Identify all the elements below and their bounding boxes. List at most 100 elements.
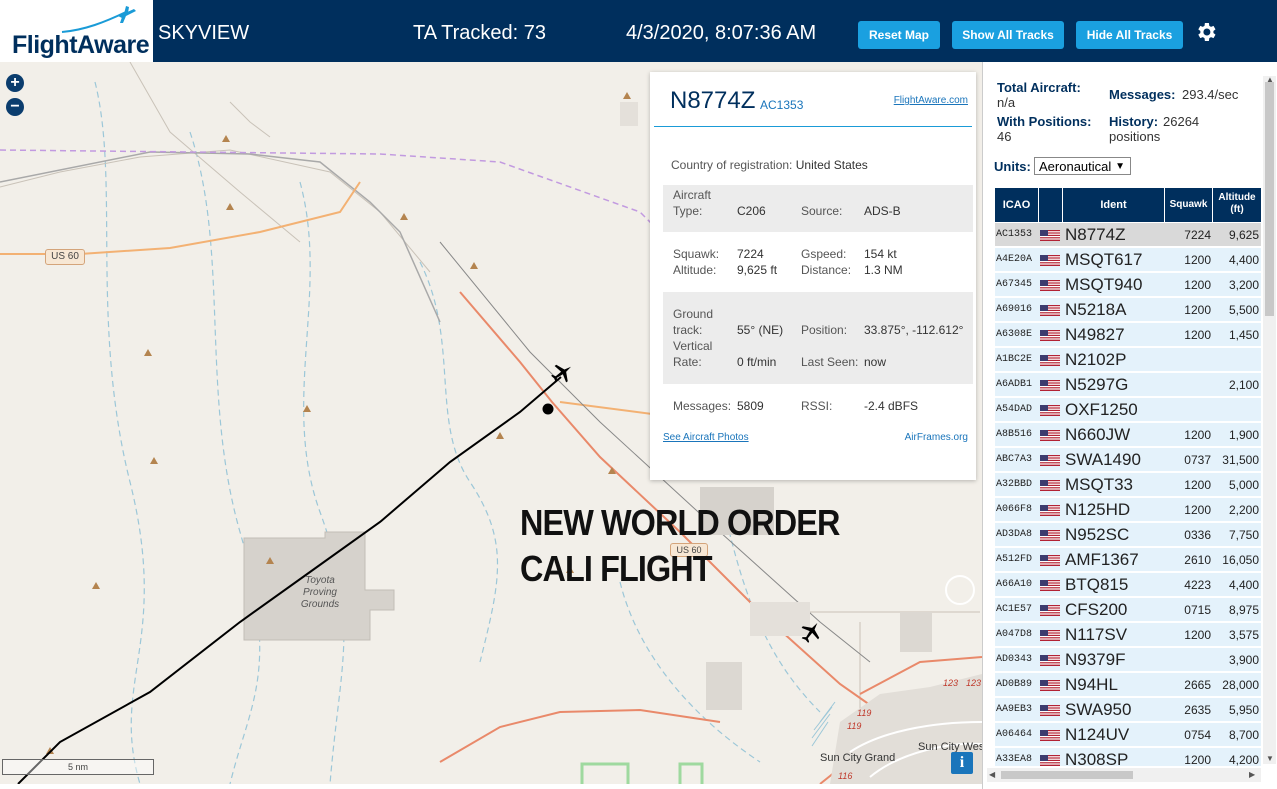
- us-flag-icon: [1039, 348, 1061, 372]
- table-row[interactable]: A54DAD OXF1250: [995, 398, 1261, 422]
- cell-squawk: 1200: [1184, 428, 1211, 442]
- horizontal-scrollbar-thumb[interactable]: [1001, 771, 1133, 779]
- reset-map-button[interactable]: Reset Map: [858, 21, 940, 49]
- cell-icao: A33EA8: [996, 754, 1033, 765]
- aircraft-icon[interactable]: [799, 620, 823, 644]
- cell-squawk: 2635: [1184, 703, 1211, 717]
- us-flag-icon: [1039, 698, 1061, 722]
- logo-wordmark: FlightAware: [12, 31, 150, 59]
- cell-ident: N9379F: [1065, 650, 1126, 669]
- us-flag-icon: [1039, 598, 1061, 622]
- cell-ident: N8774Z: [1065, 225, 1126, 244]
- zoom-in-button[interactable]: +: [6, 74, 24, 92]
- table-row[interactable]: A69016 N5218A 1200 5,500: [995, 298, 1261, 322]
- table-row[interactable]: A06464 N124UV 0754 8,700: [995, 723, 1261, 747]
- table-row[interactable]: ABC7A3 SWA1490 0737 31,500: [995, 448, 1261, 472]
- scroll-down-icon[interactable]: ▼: [1266, 754, 1274, 763]
- cell-altitude: [1213, 398, 1259, 422]
- hide-all-tracks-button[interactable]: Hide All Tracks: [1076, 21, 1183, 49]
- airframes-link[interactable]: AirFrames.org: [905, 432, 968, 443]
- aircraft-icon-selected[interactable]: [550, 361, 574, 385]
- cell-squawk: 0336: [1184, 528, 1211, 542]
- table-row[interactable]: A1BC2E N2102P: [995, 348, 1261, 372]
- cell-ident: MSQT33: [1065, 475, 1134, 494]
- table-row[interactable]: A66A10 BTQ815 4223 4,400: [995, 573, 1261, 597]
- cell-icao: A047D8: [996, 629, 1033, 640]
- cell-altitude: 5,000: [1228, 478, 1259, 492]
- column-header-ident[interactable]: Ident: [1063, 188, 1165, 222]
- cell-icao: A6308E: [996, 329, 1033, 340]
- table-row[interactable]: A8B516 N660JW 1200 1,900: [995, 423, 1261, 447]
- column-header-squawk[interactable]: Squawk: [1165, 188, 1213, 222]
- altitude-value: 9,625 ft: [737, 263, 778, 277]
- table-row[interactable]: A32BBD MSQT33 1200 5,000: [995, 473, 1261, 497]
- column-header-altitude-unit: (ft): [1230, 204, 1244, 215]
- cell-altitude: 2,200: [1228, 503, 1259, 517]
- cell-ident: N2102P: [1065, 350, 1127, 369]
- table-row[interactable]: AC1E57 CFS200 0715 8,975: [995, 598, 1261, 622]
- place-label: Sun City Grand: [820, 752, 896, 764]
- cell-icao: AD0343: [996, 654, 1033, 665]
- cell-altitude: 9,625: [1228, 228, 1259, 242]
- country-label: Country of registration:: [671, 158, 793, 172]
- cell-ident: AMF1367: [1065, 550, 1139, 569]
- show-all-tracks-button[interactable]: Show All Tracks: [952, 21, 1064, 49]
- route-label: 119: [847, 721, 862, 731]
- cell-ident: N5297G: [1065, 375, 1129, 394]
- messages-rate-label: Messages:: [1109, 87, 1176, 102]
- table-row[interactable]: A6ADB1 N5297G 2,100: [995, 373, 1261, 397]
- us-flag-icon: [1039, 248, 1061, 272]
- units-select[interactable]: Aeronautical ▼: [1034, 157, 1131, 175]
- vertical-scrollbar[interactable]: ▲ ▼: [1263, 75, 1276, 764]
- cell-ident: MSQT617: [1065, 250, 1143, 269]
- vertical-scrollbar-thumb[interactable]: [1265, 82, 1274, 316]
- table-row[interactable]: A066F8 N125HD 1200 2,200: [995, 498, 1261, 522]
- cell-squawk: 2610: [1184, 553, 1211, 567]
- route-label: 123: [943, 678, 959, 688]
- table-row[interactable]: A67345 MSQT940 1200 3,200: [995, 273, 1261, 297]
- vrate-label: Rate:: [673, 355, 702, 369]
- cell-squawk: [1165, 648, 1211, 672]
- messages-label: Messages:: [673, 399, 732, 413]
- gear-icon[interactable]: [1194, 20, 1218, 44]
- cell-altitude: 16,050: [1222, 553, 1259, 567]
- table-row[interactable]: AC1353 N8774Z 7224 9,625: [995, 223, 1261, 247]
- cell-ident: SWA950: [1065, 700, 1132, 719]
- cell-altitude: 3,900: [1228, 653, 1259, 667]
- scroll-left-icon[interactable]: ◀: [989, 770, 995, 779]
- scroll-right-icon[interactable]: ▶: [1249, 770, 1255, 779]
- us-flag-icon: [1039, 398, 1061, 422]
- flightaware-logo[interactable]: FlightAware: [0, 0, 153, 62]
- table-row[interactable]: AD3DA8 N952SC 0336 7,750: [995, 523, 1261, 547]
- table-row[interactable]: A33EA8 N308SP 1200 4,200: [995, 748, 1261, 766]
- us-flag-icon: [1039, 523, 1061, 547]
- zoom-out-button[interactable]: −: [6, 98, 24, 116]
- cell-squawk: 1200: [1184, 303, 1211, 317]
- table-row[interactable]: A047D8 N117SV 1200 3,575: [995, 623, 1261, 647]
- table-row[interactable]: A512FD AMF1367 2610 16,050: [995, 548, 1261, 572]
- aircraft-table: ICAO Ident Squawk Altitude (ft) AC1353 N…: [995, 188, 1261, 766]
- cell-altitude: [1213, 348, 1259, 372]
- horizontal-scrollbar[interactable]: ◀ ▶: [987, 768, 1261, 782]
- info-button[interactable]: i: [951, 752, 973, 774]
- column-header-flag[interactable]: [1039, 188, 1063, 222]
- cell-altitude: 7,750: [1228, 528, 1259, 542]
- ta-tracked-count: TA Tracked: 73: [413, 22, 547, 44]
- place-label: Toyota Proving Grounds: [300, 575, 340, 610]
- cell-ident: OXF1250: [1065, 400, 1138, 419]
- overlay-line: CALI FLIGHT: [520, 548, 713, 589]
- flightaware-link[interactable]: FlightAware.com: [894, 95, 968, 106]
- cell-icao: A67345: [996, 279, 1033, 290]
- aircraft-photos-link[interactable]: See Aircraft Photos: [663, 432, 749, 443]
- cell-squawk: 1200: [1184, 478, 1211, 492]
- table-row[interactable]: A4E20A MSQT617 1200 4,400: [995, 248, 1261, 272]
- table-row[interactable]: AD0343 N9379F 3,900: [995, 648, 1261, 672]
- table-row[interactable]: AD0B89 N94HL 2665 28,000: [995, 673, 1261, 697]
- cell-icao: A54DAD: [996, 404, 1033, 415]
- column-header-icao[interactable]: ICAO: [995, 188, 1039, 222]
- aircraft-list-panel: Total Aircraft: n/a Messages: 293.4/sec …: [982, 62, 1277, 789]
- table-row[interactable]: AA9EB3 SWA950 2635 5,950: [995, 698, 1261, 722]
- table-row[interactable]: A6308E N49827 1200 1,450: [995, 323, 1261, 347]
- column-header-altitude[interactable]: Altitude (ft): [1213, 188, 1261, 222]
- us-flag-icon: [1039, 448, 1061, 472]
